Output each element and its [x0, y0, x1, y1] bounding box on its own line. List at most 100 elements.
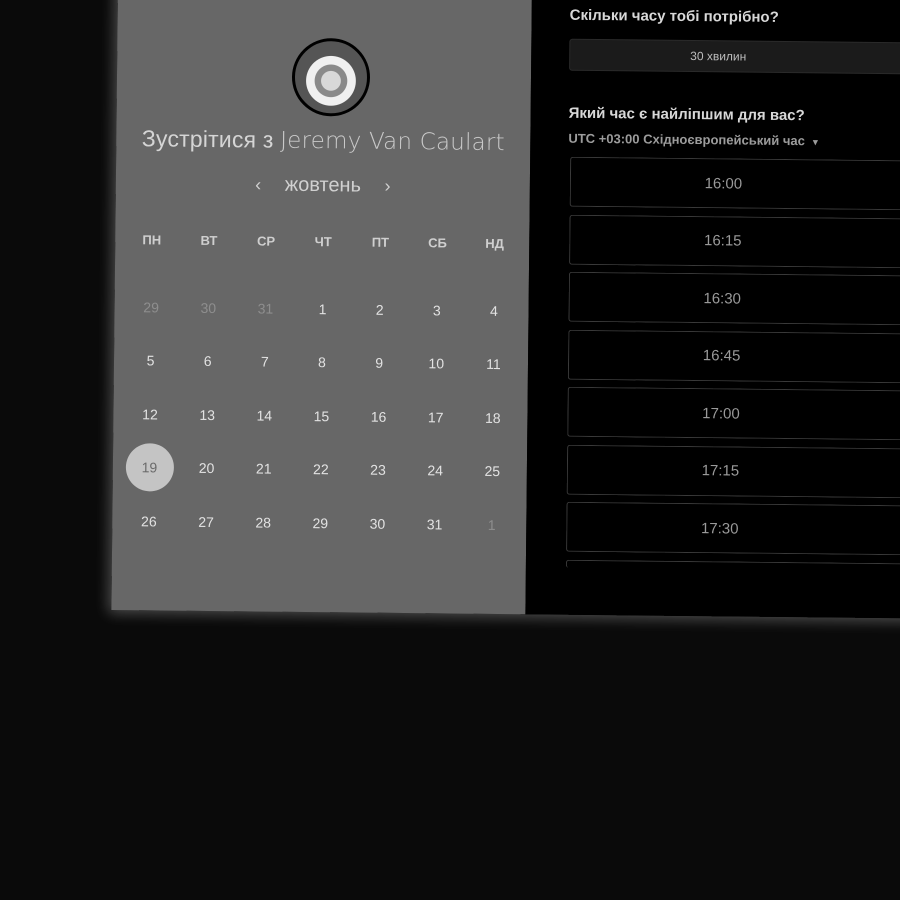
- selected-day[interactable]: 19: [121, 441, 179, 495]
- day-number: 7: [260, 353, 269, 370]
- day-number: 15: [313, 407, 330, 424]
- chevron-right-icon[interactable]: ›: [378, 176, 396, 197]
- day-number: 8: [318, 354, 326, 371]
- weekday-label: ВТ: [200, 232, 218, 249]
- calendar-day[interactable]: 1: [294, 282, 352, 336]
- calendar-day: 30: [179, 281, 237, 335]
- time-slot-button[interactable]: 17:00: [567, 386, 900, 441]
- calendar-day[interactable]: 18: [464, 391, 522, 445]
- day-number: 3: [432, 302, 441, 319]
- day-number: 31: [426, 516, 443, 533]
- time-panel: Скільки часу тобі потрібно? 30 хвилин Як…: [525, 0, 900, 619]
- weekday-label: СР: [257, 233, 276, 249]
- day-number: 2: [375, 301, 384, 318]
- calendar-day[interactable]: 30: [349, 496, 407, 550]
- day-number: 25: [484, 463, 501, 480]
- calendar-day[interactable]: 5: [122, 334, 180, 388]
- day-number: 4: [489, 302, 498, 319]
- calendar-day[interactable]: 26: [120, 494, 178, 548]
- calendar-day[interactable]: 4: [465, 284, 523, 338]
- timezone-select[interactable]: UTC +03:00 Східноєвропейський час ▼: [568, 131, 820, 149]
- day-number: 29: [312, 514, 329, 531]
- day-number: 17: [427, 409, 444, 426]
- calendar-day[interactable]: 23: [349, 443, 407, 497]
- calendar-day[interactable]: 17: [407, 390, 465, 444]
- calendar-day[interactable]: 22: [292, 442, 350, 496]
- time-slot-button[interactable]: 16:00: [569, 156, 900, 211]
- duration-select[interactable]: 30 хвилин: [569, 38, 900, 75]
- time-slot-button[interactable]: 17:15: [566, 444, 900, 498]
- caret-down-icon: ▼: [810, 136, 820, 147]
- calendar-day: 1: [463, 498, 521, 552]
- calendar-day[interactable]: 20: [178, 441, 236, 495]
- calendar-day[interactable]: 3: [408, 283, 466, 337]
- day-grid: 29 30 31 1 2 3 4 5 6 7 8 9 10 11 12 13 14 15 16 17 18 19 20 21 2…: [120, 280, 523, 552]
- meet-title: Зустрітися з Jeremy Van Caulart: [116, 125, 530, 156]
- day-number: 6: [203, 353, 212, 370]
- calendar-day[interactable]: 11: [465, 337, 523, 391]
- day-number: 10: [428, 355, 445, 372]
- day-number: 28: [255, 514, 272, 531]
- weekday-label: ПН: [142, 232, 162, 248]
- weekday-label: ПТ: [371, 234, 390, 250]
- day-number: 19: [125, 443, 174, 492]
- chevron-left-icon[interactable]: ‹: [249, 174, 267, 195]
- calendar-day[interactable]: 28: [234, 495, 292, 549]
- calendar-day[interactable]: 10: [407, 337, 465, 391]
- calendar-day[interactable]: 31: [406, 497, 464, 551]
- calendar-day[interactable]: 13: [178, 388, 236, 442]
- calendar-panel: Зустрітися з Jeremy Van Caulart ‹ жовтен…: [111, 0, 532, 615]
- calendar-day[interactable]: 8: [293, 335, 351, 389]
- time-slot-button-partial[interactable]: [565, 559, 900, 571]
- calendar-day: 31: [237, 281, 295, 335]
- time-question: Який час є найліпшим для вас?: [568, 104, 805, 125]
- day-number: 30: [200, 299, 217, 316]
- month-navigation: ‹ жовтень ›: [116, 172, 530, 199]
- screen: Зустрітися з Jeremy Van Caulart ‹ жовтен…: [0, 0, 900, 900]
- day-number: 16: [370, 408, 387, 425]
- day-number: 30: [369, 515, 386, 532]
- day-number: 23: [370, 461, 386, 479]
- day-number: 29: [143, 299, 160, 316]
- time-slot-button[interactable]: 16:45: [567, 329, 900, 383]
- day-number: 18: [484, 409, 501, 426]
- month-label: жовтень: [284, 173, 362, 197]
- calendar-day[interactable]: 14: [235, 388, 293, 442]
- day-number: 11: [486, 356, 501, 373]
- calendar-day[interactable]: 15: [293, 389, 351, 443]
- calendar-day[interactable]: 27: [177, 495, 235, 549]
- time-slot-button[interactable]: 16:30: [568, 271, 900, 326]
- day-number: 20: [198, 460, 215, 477]
- timezone-label: UTC +03:00 Східноєвропейський час: [568, 130, 805, 149]
- weekday-label: ЧТ: [314, 234, 332, 250]
- time-slot-button[interactable]: 17:30: [566, 501, 900, 556]
- host-name: Jeremy Van Caulart: [280, 127, 505, 157]
- calendar-day[interactable]: 9: [350, 336, 408, 390]
- calendar-day[interactable]: 29: [291, 496, 349, 550]
- calendar-day[interactable]: 12: [121, 387, 179, 441]
- calendar-day[interactable]: 6: [179, 334, 237, 388]
- host-avatar: [291, 37, 371, 117]
- calendar-day[interactable]: 16: [350, 389, 408, 443]
- time-slot-button[interactable]: 16:15: [569, 214, 900, 268]
- day-number: 9: [375, 354, 384, 372]
- calendar-day[interactable]: 7: [236, 335, 294, 389]
- calendar-day[interactable]: 2: [351, 282, 409, 336]
- day-number: 31: [257, 300, 274, 317]
- calendar-day[interactable]: 24: [406, 444, 464, 498]
- duration-question: Скільки часу тобі потрібно?: [569, 6, 779, 26]
- day-number: 27: [198, 513, 214, 530]
- day-number: 24: [427, 462, 444, 479]
- weekday-header: ПН ВТ СР ЧТ ПТ СБ НД: [123, 232, 523, 251]
- weekday-label: НД: [485, 235, 505, 252]
- calendar-day[interactable]: 25: [463, 444, 521, 498]
- day-number: 13: [199, 406, 216, 423]
- day-number: 5: [146, 352, 155, 369]
- time-slot-list: 16:00 16:15 16:30 16:45 17:00 17:15 17:30: [565, 156, 900, 579]
- day-number: 1: [318, 300, 327, 317]
- calendar-day[interactable]: 21: [235, 442, 293, 496]
- day-number: 1: [487, 516, 496, 533]
- booking-card: Зустрітися з Jeremy Van Caulart ‹ жовтен…: [111, 0, 900, 619]
- day-number: 12: [142, 406, 158, 423]
- weekday-label: СБ: [428, 235, 447, 251]
